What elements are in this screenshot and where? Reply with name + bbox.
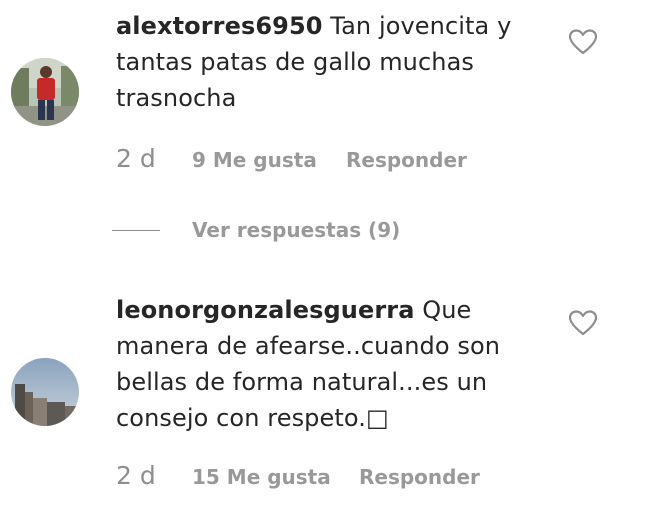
avatar[interactable] bbox=[11, 358, 79, 426]
comment-2: leonorgonzalesguerra Que manera de afear… bbox=[0, 0, 650, 512]
reply-button[interactable]: Responder bbox=[359, 465, 480, 489]
comment-time[interactable]: 2 d bbox=[116, 461, 156, 490]
heart-outline-icon[interactable] bbox=[568, 309, 598, 337]
likes-count[interactable]: 15 Me gusta bbox=[192, 465, 331, 489]
avatar-photo bbox=[11, 358, 79, 426]
comment-username[interactable]: leonorgonzalesguerra bbox=[116, 296, 415, 324]
comment-text: leonorgonzalesguerra Que manera de afear… bbox=[116, 292, 516, 436]
comment-meta: 2 d 15 Me gusta Responder bbox=[116, 461, 576, 491]
